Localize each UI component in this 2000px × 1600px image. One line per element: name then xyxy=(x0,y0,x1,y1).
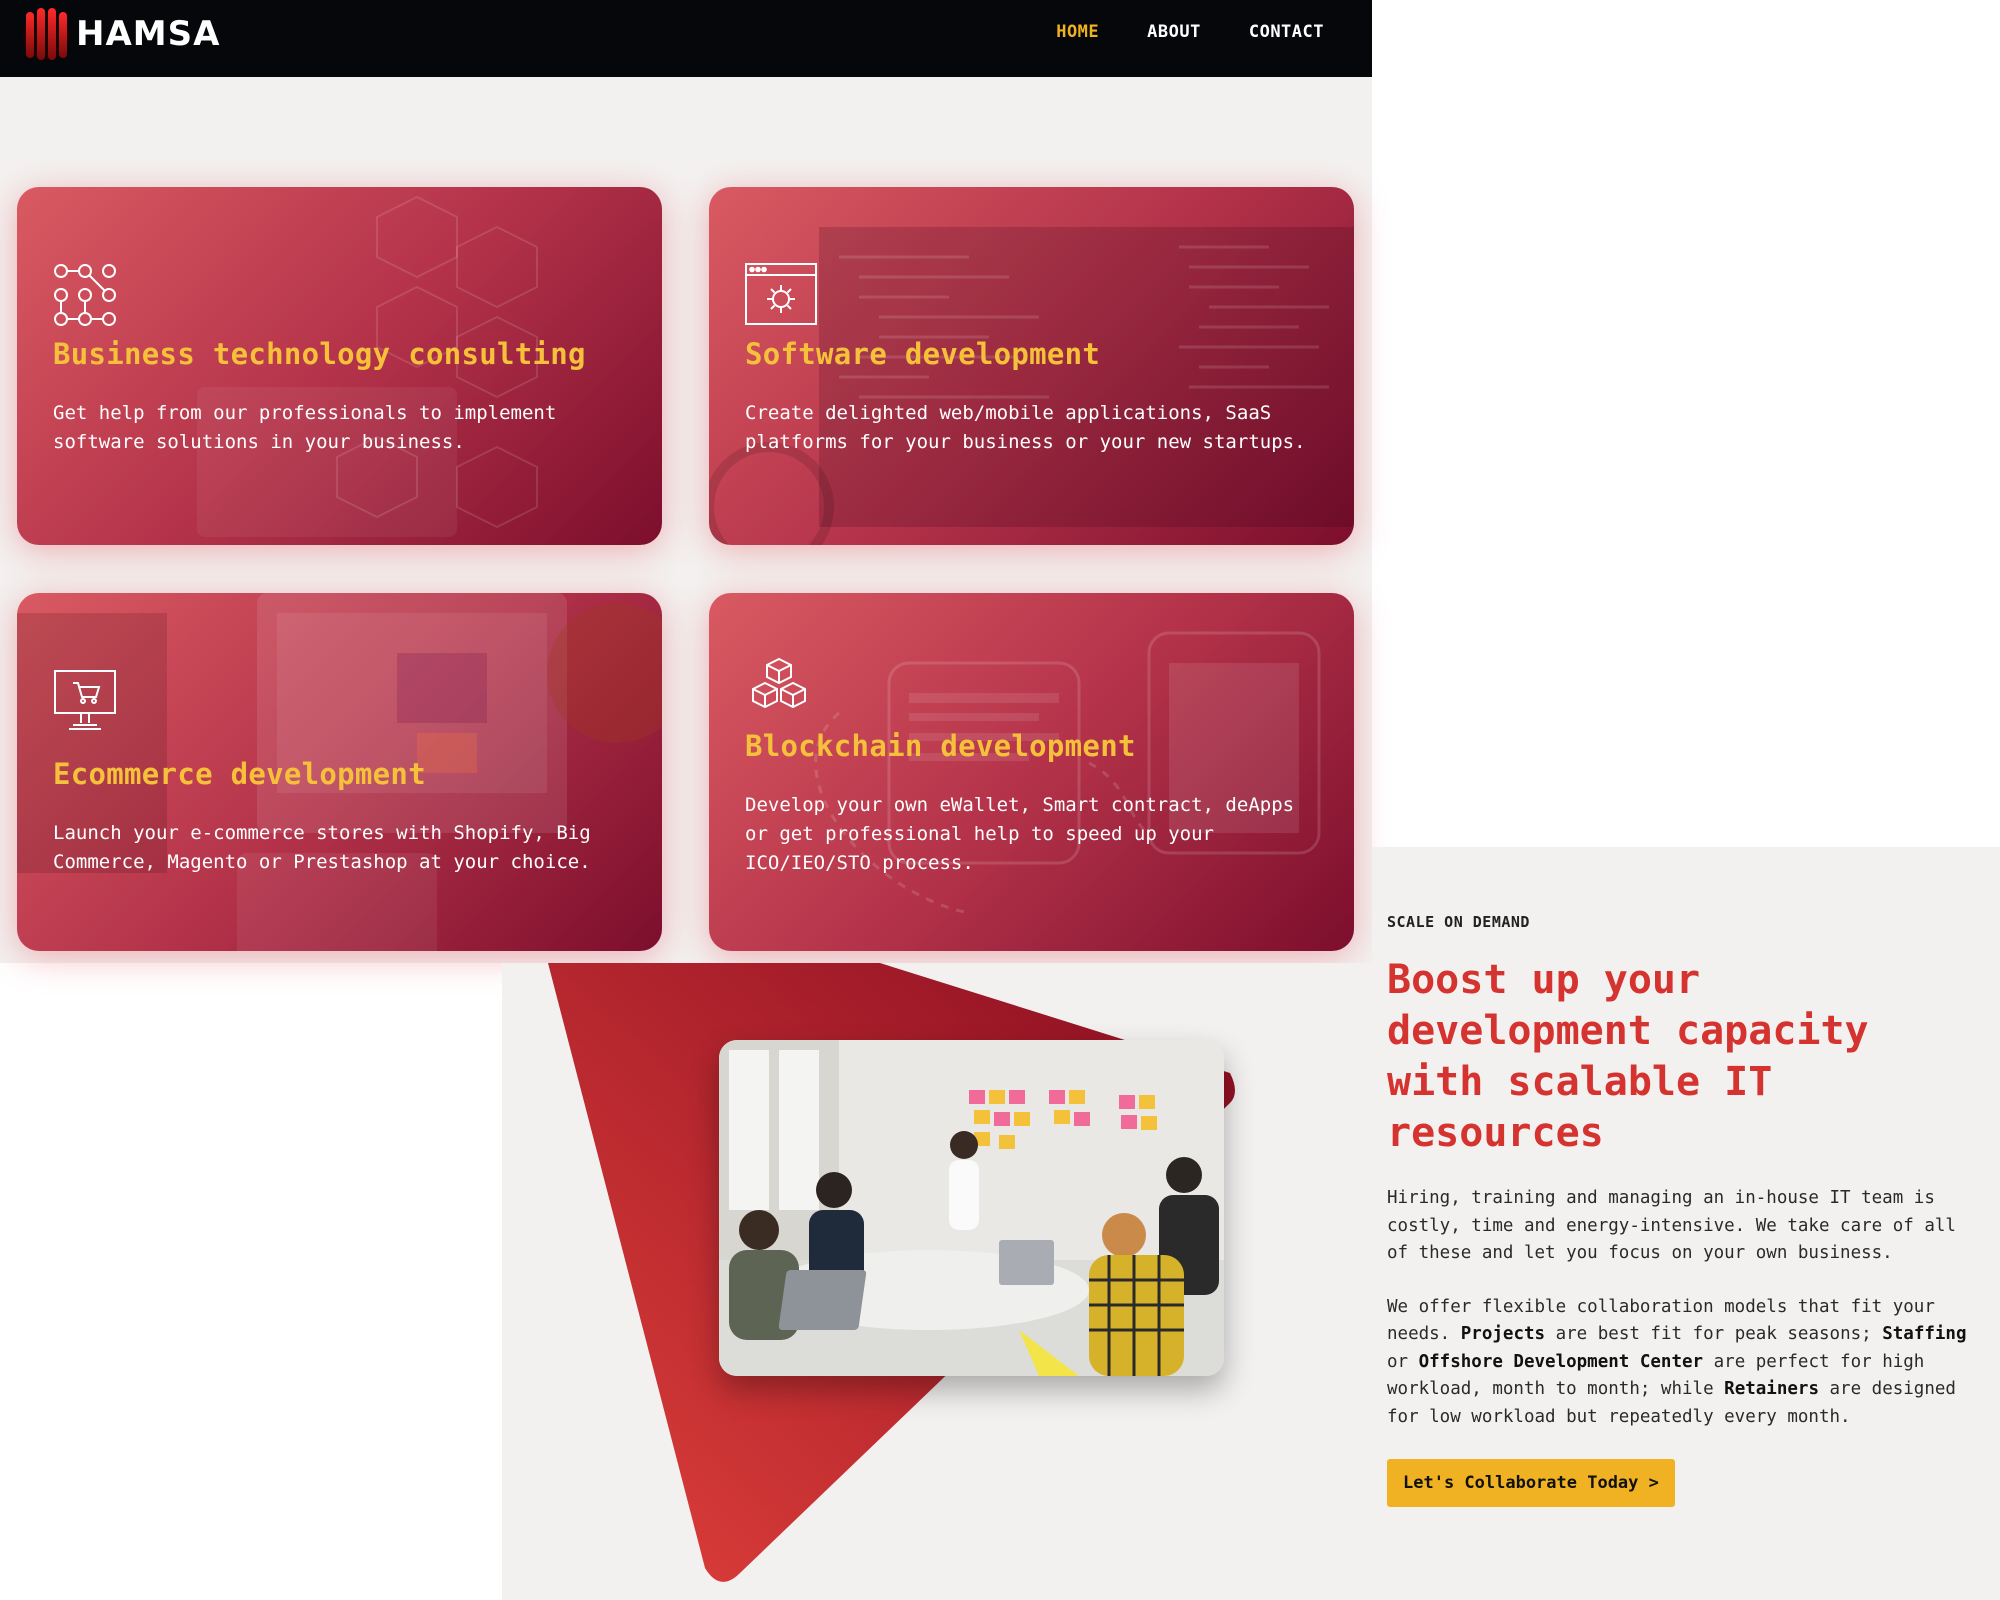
services-section: Business technology consulting Get help … xyxy=(0,77,1372,963)
text-segment: or xyxy=(1387,1351,1419,1372)
browser-gear-icon xyxy=(745,263,817,325)
team-meeting-image xyxy=(719,1040,1224,1376)
monitor-cart-icon xyxy=(54,670,116,730)
nav-about[interactable]: ABOUT xyxy=(1147,22,1201,42)
collaboration-paragraph: We offer flexible collaboration models t… xyxy=(1387,1294,1987,1432)
section-eyebrow: SCALE ON DEMAND xyxy=(1387,913,1530,931)
service-title: Blockchain development xyxy=(745,729,1136,763)
service-title: Ecommerce development xyxy=(53,757,426,791)
team-meeting-photo xyxy=(719,1040,1224,1376)
term-staffing: Staffing xyxy=(1882,1324,1967,1344)
site-header: HAMSA HOME ABOUT CONTACT xyxy=(0,0,1372,77)
nav-home[interactable]: HOME xyxy=(1056,22,1099,42)
service-description: Create delighted web/mobile applications… xyxy=(745,402,1306,453)
term-odc: Offshore Development Center xyxy=(1418,1351,1704,1372)
hamsa-logo-icon xyxy=(22,8,70,60)
main-nav: HOME ABOUT CONTACT xyxy=(1056,22,1324,42)
service-description: Develop your own eWallet, Smart contract… xyxy=(745,794,1295,874)
term-projects: Projects xyxy=(1460,1324,1546,1344)
service-title: Software development xyxy=(745,337,1101,371)
service-title: Business technology consulting xyxy=(53,337,586,371)
service-card-ecommerce[interactable]: Ecommerce development Launch your e-comm… xyxy=(17,593,662,951)
intro-paragraph: Hiring, training and managing an in-hous… xyxy=(1387,1188,1956,1263)
logo-text: HAMSA xyxy=(76,14,221,54)
network-nodes-icon xyxy=(54,264,116,326)
cubes-icon xyxy=(752,657,806,709)
nav-contact[interactable]: CONTACT xyxy=(1249,22,1324,42)
service-description: Launch your e-commerce stores with Shopi… xyxy=(53,822,591,873)
scale-copy: SCALE ON DEMAND Boost up your developmen… xyxy=(1387,913,1987,1507)
service-description: Get help from our professionals to imple… xyxy=(53,402,557,453)
text-segment: are best fit for peak seasons; xyxy=(1545,1324,1883,1344)
section-headline: Boost up your development capacity with … xyxy=(1387,957,1869,1156)
collaborate-button[interactable]: Let's Collaborate Today > xyxy=(1387,1459,1675,1507)
service-card-software[interactable]: Software development Create delighted we… xyxy=(709,187,1354,545)
service-card-consulting[interactable]: Business technology consulting Get help … xyxy=(17,187,662,545)
term-retainers: Retainers xyxy=(1724,1379,1819,1399)
logo[interactable]: HAMSA xyxy=(20,6,220,62)
service-card-blockchain[interactable]: Blockchain development Develop your own … xyxy=(709,593,1354,951)
